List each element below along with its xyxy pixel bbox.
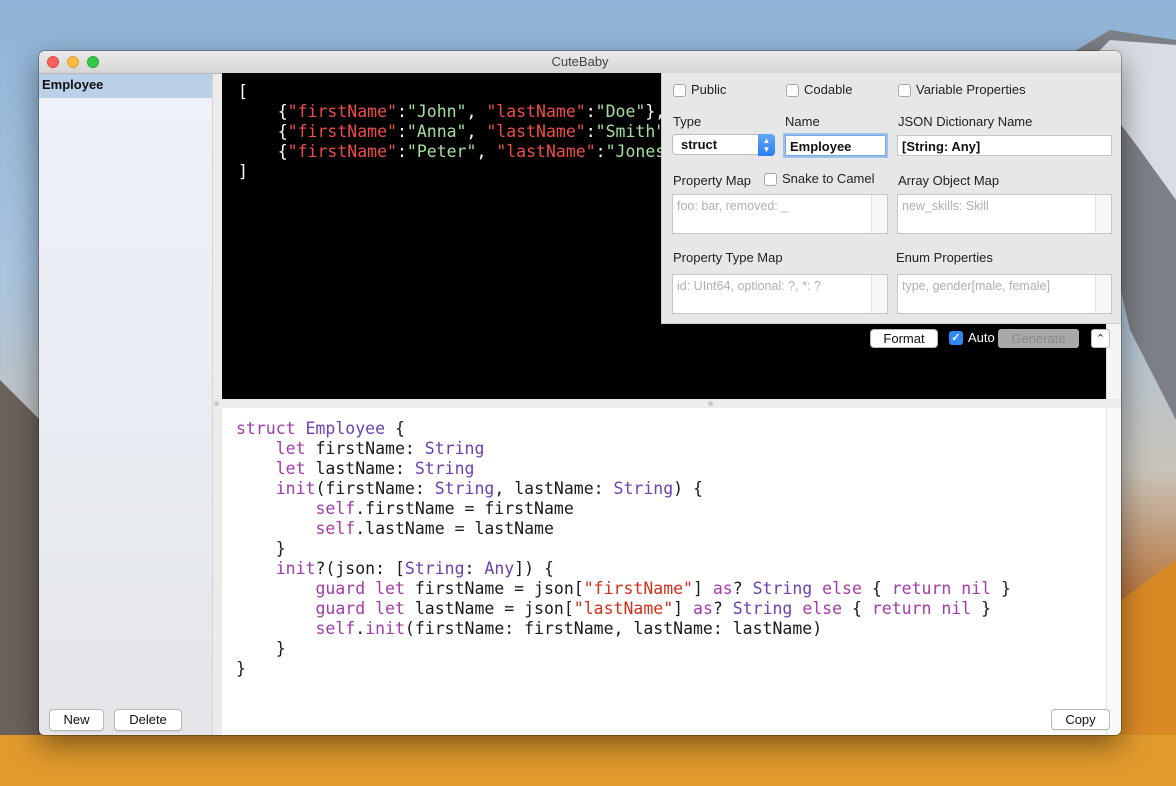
- swift-code-text: struct Employee { let firstName: String …: [236, 419, 1011, 678]
- property-map-label: Property Map: [673, 173, 752, 188]
- enum-properties-label: Enum Properties: [896, 250, 993, 265]
- snake-to-camel-label: Snake to Camel: [782, 171, 875, 186]
- options-panel: Public Codable Variable Properties Type …: [661, 73, 1121, 324]
- enum-properties-placeholder: type, gender[male, female]: [902, 279, 1050, 293]
- model-sidebar: Employee New Delete: [39, 74, 213, 735]
- type-label: Type: [673, 114, 702, 129]
- pane-splitter[interactable]: [214, 399, 1121, 408]
- close-window-button[interactable]: [47, 56, 59, 68]
- title-bar: CuteBaby: [39, 51, 1121, 74]
- name-label: Name: [785, 114, 820, 129]
- chevron-up-icon: ⌃: [1095, 333, 1106, 345]
- sidebar-item-employee[interactable]: Employee: [39, 74, 212, 98]
- new-button[interactable]: New: [49, 709, 104, 731]
- auto-checkbox[interactable]: ✓: [949, 331, 963, 345]
- public-label: Public: [691, 82, 727, 97]
- json-dictionary-name-field[interactable]: [String: Any]: [897, 135, 1112, 156]
- minimize-window-button[interactable]: [67, 56, 79, 68]
- json-text: [ {"firstName":"John", "lastName":"Doe"}…: [238, 82, 685, 181]
- splitter-handle-dot: [214, 401, 219, 406]
- auto-label: Auto: [968, 330, 995, 345]
- public-checkbox[interactable]: [673, 84, 686, 97]
- copy-button[interactable]: Copy: [1051, 709, 1110, 730]
- collapse-options-button[interactable]: ⌃: [1091, 329, 1110, 348]
- array-object-map-field[interactable]: new_skills: Skill: [897, 194, 1112, 234]
- snake-to-camel-checkbox[interactable]: [764, 173, 777, 186]
- array-object-map-placeholder: new_skills: Skill: [902, 199, 989, 213]
- property-map-field[interactable]: foo: bar, removed: _: [672, 194, 888, 234]
- name-field[interactable]: Employee: [785, 135, 886, 156]
- swift-scrollbar[interactable]: [1106, 408, 1121, 735]
- type-select[interactable]: struct ▲ ▼: [672, 134, 775, 156]
- enum-properties-scrollbar[interactable]: [1095, 275, 1111, 313]
- codable-label: Codable: [804, 82, 853, 97]
- json-dictionary-name-label: JSON Dictionary Name: [898, 114, 1033, 129]
- splitter-handle-dot: [708, 401, 713, 406]
- swift-output-editor[interactable]: struct Employee { let firstName: String …: [222, 408, 1106, 735]
- property-type-map-placeholder: id: UInt64, optional: ?, *: ?: [677, 279, 821, 293]
- variable-properties-label: Variable Properties: [916, 82, 1026, 97]
- chevron-updown-icon: ▲ ▼: [758, 134, 775, 156]
- window-title: CuteBaby: [551, 54, 609, 69]
- property-type-map-label: Property Type Map: [673, 250, 783, 265]
- property-type-map-field[interactable]: id: UInt64, optional: ?, *: ?: [672, 274, 888, 314]
- array-object-map-label: Array Object Map: [898, 173, 1000, 188]
- variable-properties-checkbox[interactable]: [898, 84, 911, 97]
- type-select-value: struct: [681, 137, 718, 152]
- zoom-window-button[interactable]: [87, 56, 99, 68]
- enum-properties-field[interactable]: type, gender[male, female]: [897, 274, 1112, 314]
- property-map-scrollbar[interactable]: [871, 195, 887, 233]
- generate-button[interactable]: Generate: [998, 329, 1079, 348]
- array-object-map-scrollbar[interactable]: [1095, 195, 1111, 233]
- app-window: CuteBaby Employee New Delete [ {"firstNa…: [39, 51, 1121, 735]
- delete-button[interactable]: Delete: [114, 709, 182, 731]
- property-map-placeholder: foo: bar, removed: _: [677, 199, 789, 213]
- format-button[interactable]: Format: [870, 329, 938, 348]
- property-type-map-scrollbar[interactable]: [871, 275, 887, 313]
- codable-checkbox[interactable]: [786, 84, 799, 97]
